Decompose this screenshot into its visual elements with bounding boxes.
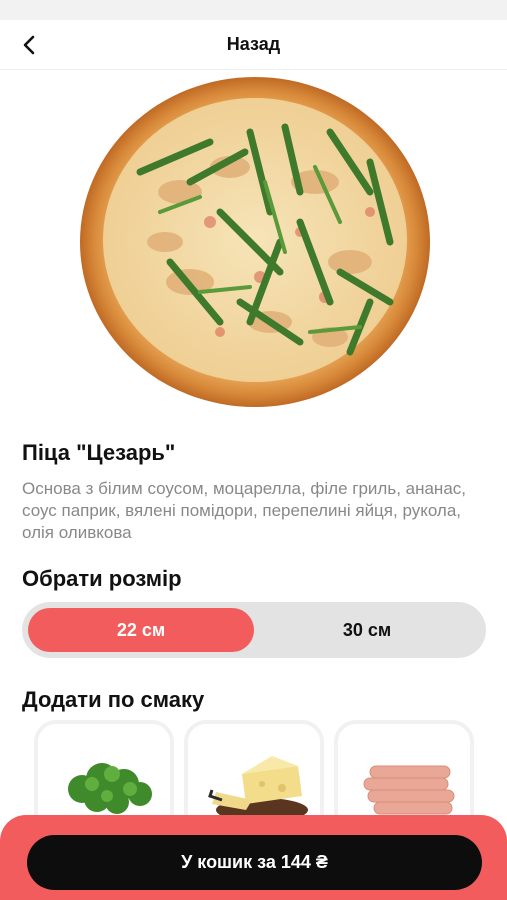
sausages-image	[363, 765, 455, 815]
add-to-cart-label: У кошик за 144 ₴	[181, 852, 328, 872]
addons-heading: Додати по смаку	[22, 687, 205, 712]
top-nav: Назад	[0, 20, 507, 70]
cheese-image	[208, 756, 308, 822]
size-option-22[interactable]: 22 см	[28, 608, 254, 652]
status-bar	[0, 0, 507, 20]
pizza-image	[80, 77, 430, 407]
add-to-cart-button[interactable]: У кошик за 144 ₴	[27, 835, 482, 890]
product-name: Піца "Цезарь"	[22, 440, 176, 465]
herbs-image	[68, 763, 152, 814]
size-heading: Обрати розмір	[22, 566, 182, 591]
page-title: Назад	[226, 34, 281, 54]
size-option-30[interactable]: 30 см	[254, 608, 480, 652]
product-description: Основа з білим соусом, моцарелла, філе г…	[22, 479, 467, 542]
addons-list	[34, 720, 484, 850]
size-selector: 22 см 30 см	[22, 602, 486, 658]
